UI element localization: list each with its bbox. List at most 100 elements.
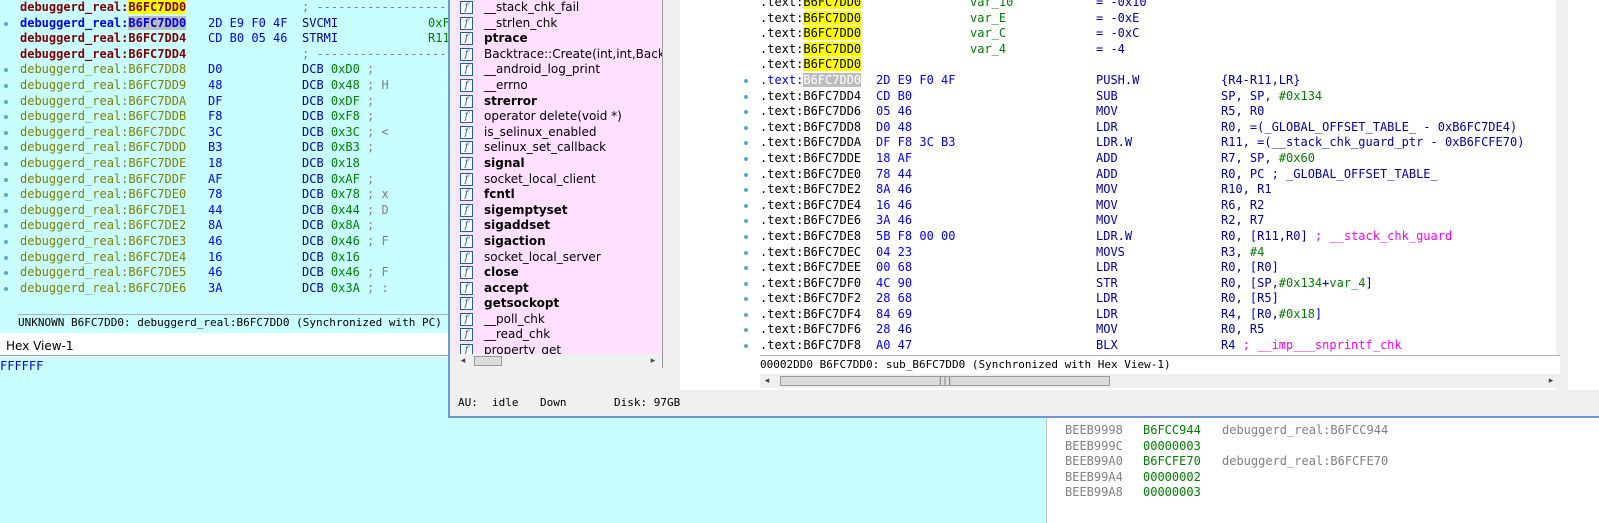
breakpoint-bullet-icon[interactable] [4, 161, 8, 166]
address-value: B6FC7DE2 [128, 218, 187, 233]
breakpoint-bullet-icon[interactable] [4, 115, 8, 120]
function-list-item[interactable]: f selinux_set_callback [456, 140, 662, 156]
breakpoint-bullet-icon[interactable] [4, 21, 8, 26]
breakpoint-bullet-icon[interactable] [4, 208, 8, 213]
left-disassembly-view[interactable]: debuggerd_real:B6FC7DD0; ---------------… [0, 0, 448, 333]
breakpoint-bullet-icon[interactable] [744, 203, 748, 208]
stack-address: BEEB99A0 [1065, 454, 1123, 469]
function-list-item[interactable]: f fcntl [456, 187, 662, 203]
operand-part: R0, [R5] [1221, 291, 1279, 306]
breakpoint-bullet-icon[interactable] [744, 266, 748, 271]
operands: R2, R7 [1221, 213, 1264, 229]
ida-view-vertical-scrollbar[interactable] [1556, 0, 1568, 390]
separator-comment: ; --------------------------------------… [302, 0, 448, 14]
breakpoint-bullet-icon[interactable] [744, 156, 748, 161]
breakpoint-bullet-icon[interactable] [744, 281, 748, 286]
breakpoint-bullet-icon[interactable] [744, 250, 748, 255]
breakpoint-bullet-icon[interactable] [744, 172, 748, 177]
functions-list[interactable]: f __stack_chk_fail f __strlen_chk f ptrace f Ba… [456, 0, 663, 354]
scroll-left-icon[interactable]: ◂ [456, 354, 470, 368]
function-list-item[interactable]: f Backtrace::Create(int,int,Backtrace [456, 47, 662, 63]
breakpoint-bullet-icon[interactable] [744, 188, 748, 193]
breakpoint-bullet-icon[interactable] [744, 141, 748, 146]
function-list-item[interactable]: f __poll_chk [456, 312, 662, 328]
segment-name: .text: [760, 41, 804, 56]
opcode-bytes: 2D E9 F0 4F [876, 72, 956, 87]
ida-view-horizontal-scrollbar[interactable]: ◂ ||| ▸ [760, 374, 1560, 388]
breakpoint-bullet-icon[interactable] [4, 99, 8, 104]
breakpoint-bullet-icon[interactable] [744, 125, 748, 130]
breakpoint-bullet-icon[interactable] [744, 110, 748, 115]
segment-name: .text: [760, 228, 804, 243]
operand-part: SP, SP, [1221, 88, 1279, 103]
breakpoint-bullet-icon[interactable] [4, 193, 8, 198]
function-list-item[interactable]: f socket_local_server [456, 250, 662, 266]
ida-view-scroll-thumb[interactable]: ||| [780, 376, 1110, 386]
breakpoint-bullet-icon[interactable] [744, 328, 748, 333]
opcode-bytes: A0 47 [876, 338, 913, 353]
function-list-item[interactable]: f __read_chk [456, 327, 662, 343]
breakpoint-bullet-icon[interactable] [744, 78, 748, 83]
functions-scroll-thumb[interactable] [474, 356, 502, 366]
function-list-item[interactable]: f __stack_chk_fail [456, 0, 662, 16]
scroll-right-icon[interactable]: ▸ [646, 354, 660, 368]
dcb-value: 0x46 [330, 265, 360, 280]
function-list-item[interactable]: f __strlen_chk [456, 16, 662, 32]
address-value: B6FC7DE2 [803, 182, 862, 197]
breakpoint-bullet-icon[interactable] [744, 234, 748, 239]
function-list-item[interactable]: f sigaddset [456, 218, 662, 234]
breakpoint-bullet-icon[interactable] [4, 83, 8, 88]
function-list-item[interactable]: f ptrace [456, 31, 662, 47]
function-list-item[interactable]: f is_selinux_enabled [456, 125, 662, 141]
function-list-item[interactable]: f socket_local_client [456, 172, 662, 188]
breakpoint-bullet-icon[interactable] [4, 68, 8, 73]
breakpoint-bullet-icon[interactable] [4, 271, 8, 276]
segment-name: .text: [760, 244, 804, 259]
operands: R0, [SP,#0x134+var_4] [1221, 276, 1373, 292]
segment-name: debuggerd_real: [20, 0, 129, 14]
data-byte: 3C [208, 124, 223, 139]
breakpoint-bullet-icon[interactable] [744, 219, 748, 224]
segment-name: .text: [760, 338, 804, 353]
function-list-item[interactable]: f operator delete(void *) [456, 109, 662, 125]
function-list-item[interactable]: f getsockopt [456, 296, 662, 312]
ida-view-disassembly[interactable]: .text:B6FC7DD0 var_10 = -0x10 .text:B6FC7DD… [680, 0, 1599, 390]
stack-value: 00000003 [1143, 485, 1201, 500]
function-list-item[interactable]: f property_get [456, 343, 662, 354]
opcode-bytes: 28 68 [876, 291, 913, 306]
address-value: B6FC7DD0 [803, 72, 862, 87]
stack-reference: debuggerd_real:B6FCC944 [1222, 423, 1389, 437]
breakpoint-bullet-icon[interactable] [744, 297, 748, 302]
hex-view-title[interactable]: Hex View-1 [0, 336, 448, 356]
function-list-item[interactable]: f __android_log_print [456, 62, 662, 78]
stack-address: BEEB99A8 [1065, 485, 1123, 500]
function-list-item[interactable]: f sigaction [456, 234, 662, 250]
au-label: AU: [458, 396, 478, 409]
breakpoint-bullet-icon[interactable] [744, 94, 748, 99]
address-value: B6FC7DD0 [803, 57, 862, 72]
breakpoint-bullet-icon[interactable] [744, 344, 748, 349]
breakpoint-bullet-icon[interactable] [4, 239, 8, 244]
function-list-item[interactable]: f signal [456, 156, 662, 172]
address-value: B6FC7DF2 [803, 291, 862, 306]
breakpoint-bullet-icon[interactable] [4, 224, 8, 229]
mnemonic: MOV [1096, 197, 1118, 212]
functions-horizontal-scrollbar[interactable]: ◂ ▸ [456, 354, 663, 368]
function-list-item[interactable]: f sigemptyset [456, 203, 662, 219]
scroll-left-icon[interactable]: ◂ [760, 374, 774, 388]
function-list-item[interactable]: f strerror [456, 94, 662, 110]
breakpoint-bullet-icon[interactable] [4, 177, 8, 182]
stack-view[interactable]: BEEB9998 B6FCC944 debuggerd_real:B6FCC944 B… [1046, 418, 1599, 523]
function-list-item[interactable]: f close [456, 265, 662, 281]
function-list-item[interactable]: f __errno [456, 78, 662, 94]
segment-name: debuggerd_real: [20, 77, 129, 92]
scroll-right-icon[interactable]: ▸ [1544, 374, 1558, 388]
breakpoint-bullet-icon[interactable] [4, 146, 8, 151]
breakpoint-bullet-icon[interactable] [4, 130, 8, 135]
function-name: is_selinux_enabled [484, 124, 597, 139]
breakpoint-bullet-icon[interactable] [744, 312, 748, 317]
ida-address: .text:B6FC7DDE [760, 151, 861, 167]
function-list-item[interactable]: f accept [456, 281, 662, 297]
breakpoint-bullet-icon[interactable] [4, 255, 8, 260]
breakpoint-bullet-icon[interactable] [4, 286, 8, 291]
